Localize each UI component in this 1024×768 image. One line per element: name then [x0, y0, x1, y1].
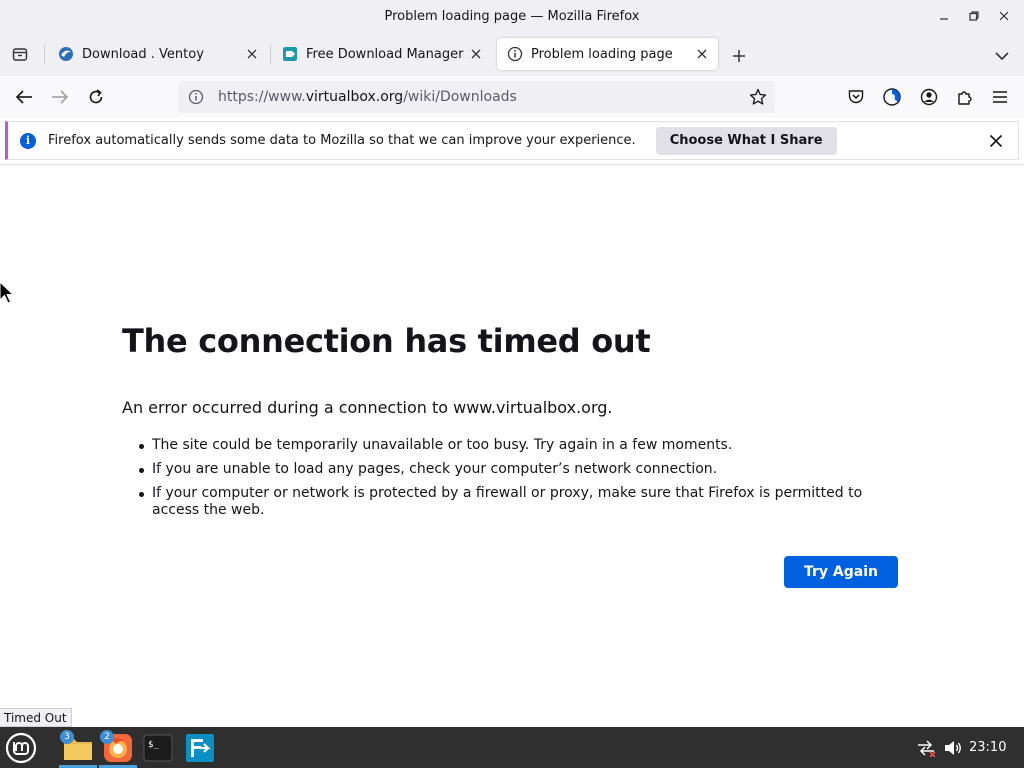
mouse-cursor-icon [0, 282, 15, 304]
reload-button[interactable] [82, 84, 110, 110]
firefox-window-count-badge: 2 [100, 730, 114, 744]
notification-close-button[interactable] [986, 131, 1006, 151]
volume-icon [945, 740, 961, 755]
close-icon [471, 49, 481, 59]
tab-problem-loading-page[interactable]: Problem loading page [497, 38, 718, 70]
close-icon [247, 49, 257, 59]
error-title: The connection has timed out [122, 322, 651, 360]
hamburger-menu-icon [993, 91, 1007, 103]
tab-strip: Download . Ventoy Free Download Manager … [0, 32, 1024, 76]
error-suggestions-list: The site could be temporarily unavailabl… [122, 437, 902, 526]
status-tooltip: Timed Out [0, 708, 72, 727]
terminal-icon: $_ [143, 734, 173, 761]
close-icon [697, 49, 707, 59]
restore-icon [969, 11, 979, 21]
mint-menu-button[interactable] [2, 729, 40, 766]
pocket-icon [848, 90, 864, 104]
plus-icon [733, 50, 745, 62]
chevron-down-icon [995, 52, 1009, 61]
tab-close-button[interactable] [242, 44, 262, 64]
fdm-favicon [282, 46, 298, 62]
network-disconnected-icon [918, 739, 936, 757]
forward-button[interactable] [46, 84, 74, 110]
data-collection-notification: i Firefox automatically sends some data … [5, 121, 1019, 160]
back-button[interactable] [10, 84, 38, 110]
tab-separator [44, 44, 45, 64]
tab-label: Free Download Manager fo [306, 46, 466, 62]
window-title: Problem loading page — Mozilla Firefox [384, 8, 640, 24]
tab-close-button[interactable] [466, 44, 486, 64]
info-icon: i [20, 132, 36, 149]
close-icon [989, 134, 1003, 148]
bookmark-star-button[interactable] [747, 86, 769, 108]
svg-text:$_: $_ [148, 740, 159, 750]
network-tray-button[interactable] [914, 727, 938, 768]
close-window-button[interactable] [992, 6, 1016, 26]
url-bar[interactable]: https://www.virtualbox.org/wiki/Download… [178, 81, 775, 113]
window-titlebar: Problem loading page — Mozilla Firefox [0, 0, 1024, 32]
info-icon [507, 46, 523, 62]
list-item: If you are unable to load any pages, che… [122, 461, 902, 478]
tab-separator [270, 44, 271, 64]
site-info-icon[interactable] [188, 89, 204, 105]
account-icon [920, 88, 938, 106]
list-item: If your computer or network is protected… [122, 485, 902, 519]
url-path: /wiki/Downloads [403, 89, 517, 105]
error-description: An error occurred during a connection to… [122, 398, 613, 417]
minimize-button[interactable] [932, 6, 956, 26]
puzzle-icon [958, 91, 972, 105]
taskbar-firefox[interactable]: 2 [99, 729, 137, 768]
taskbar-clock[interactable]: 23:10 [969, 727, 1006, 768]
files-window-count-badge: 3 [60, 730, 74, 744]
back-arrow-icon [15, 90, 32, 104]
try-again-button[interactable]: Try Again [784, 556, 898, 588]
taskbar-files[interactable]: 3 [59, 729, 97, 768]
tab-label: Problem loading page [531, 46, 673, 62]
reload-icon [89, 89, 103, 104]
app-menu-button[interactable] [988, 85, 1012, 109]
taskbar: 3 2 $_ 23:10 [0, 727, 1024, 768]
tab-close-button[interactable] [692, 44, 712, 64]
star-icon [749, 88, 767, 105]
new-tab-button[interactable] [727, 44, 751, 68]
minimize-icon [940, 18, 948, 20]
fdm-icon [186, 733, 214, 762]
volume-tray-button[interactable] [941, 727, 965, 768]
content-divider [0, 164, 1024, 165]
extensions-button[interactable] [953, 85, 977, 109]
ventoy-favicon [58, 46, 74, 62]
window-controls [932, 6, 1016, 26]
close-icon [999, 11, 1009, 21]
list-item: The site could be temporarily unavailabl… [122, 437, 902, 454]
account-button[interactable] [917, 85, 941, 109]
linux-mint-logo-icon [5, 732, 37, 763]
url-domain: virtualbox.org [305, 89, 404, 105]
list-all-tabs-button[interactable] [990, 44, 1014, 68]
url-prefix: https://www. [218, 89, 306, 105]
sync-progress-icon [883, 88, 901, 106]
navigation-toolbar: https://www.virtualbox.org/wiki/Download… [0, 76, 1024, 118]
firefox-view-icon [12, 48, 28, 61]
tab-label: Download . Ventoy [82, 46, 204, 62]
notification-text: Firefox automatically sends some data to… [48, 133, 636, 148]
taskbar-terminal[interactable]: $_ [139, 729, 177, 766]
pocket-button[interactable] [844, 85, 868, 109]
forward-arrow-icon [52, 90, 69, 104]
tab-ventoy[interactable]: Download . Ventoy [48, 38, 268, 70]
firefox-view-button[interactable] [6, 40, 34, 68]
tab-free-download-manager[interactable]: Free Download Manager fo [272, 38, 492, 70]
taskbar-free-download-manager[interactable] [181, 729, 219, 766]
restore-button[interactable] [962, 6, 986, 26]
url-text[interactable]: https://www.virtualbox.org/wiki/Download… [218, 89, 747, 105]
choose-what-i-share-button[interactable]: Choose What I Share [655, 126, 837, 155]
firefox-account-sync-button[interactable] [880, 85, 904, 109]
